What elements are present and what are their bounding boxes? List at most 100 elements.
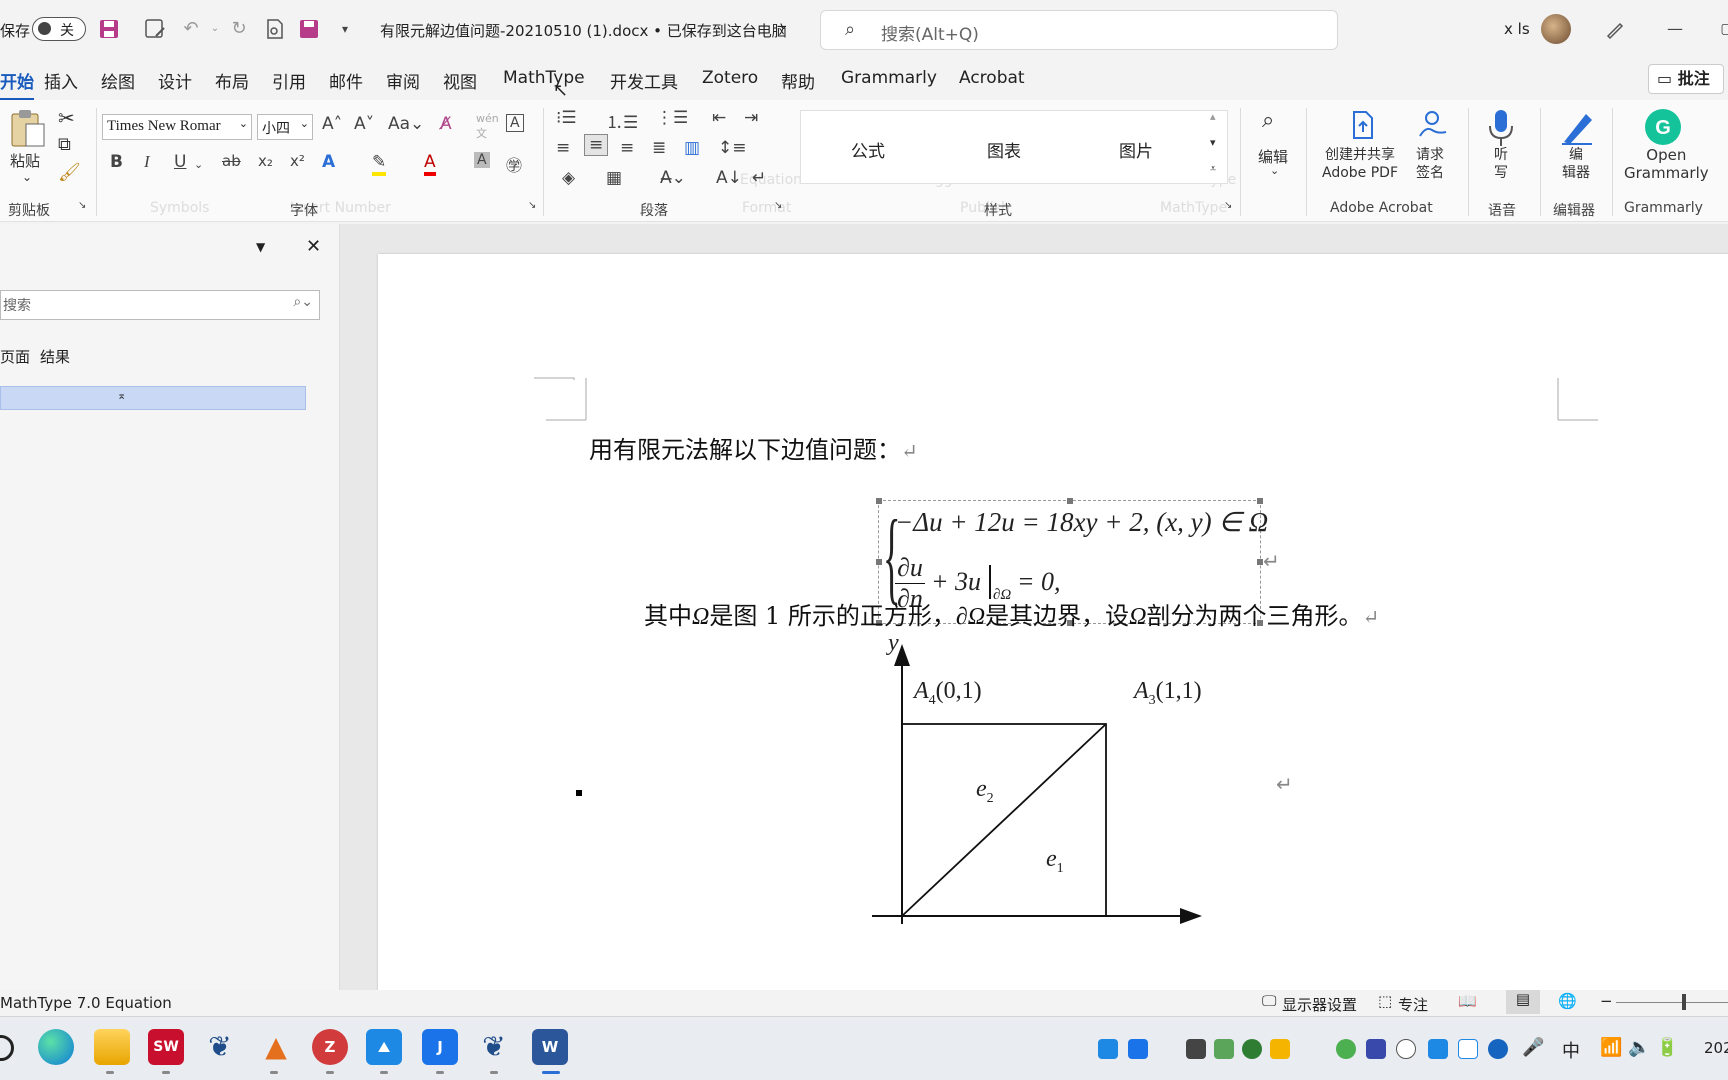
font-launcher-icon[interactable]: ↘ [528, 200, 536, 211]
undo-dropdown-icon[interactable]: ⌄ [204, 18, 226, 40]
tab-insert[interactable]: 插入 [44, 68, 78, 93]
tray-security-icon[interactable] [1242, 1039, 1262, 1059]
maximize-icon[interactable]: ▢ [1716, 18, 1728, 40]
intro-paragraph[interactable]: 用有限元法解以下边值问题：↵ [589, 430, 918, 465]
clock-date[interactable]: 202 [1704, 1039, 1728, 1057]
decrease-indent-icon[interactable]: ⇤ [712, 108, 726, 128]
undo-icon[interactable]: ↶ [180, 18, 202, 40]
numbering-icon[interactable]: ⒈☰ [606, 108, 638, 133]
change-case-icon[interactable]: Aa⌄ [388, 114, 424, 134]
tray-cat-icon[interactable] [1186, 1039, 1206, 1059]
grow-font-icon[interactable]: A˄ [322, 114, 342, 134]
display-settings-button[interactable]: 显示器设置 [1282, 994, 1357, 1015]
style-chart[interactable]: 图表 [987, 137, 1021, 162]
nav-tab-results[interactable]: 结果 [40, 346, 70, 367]
line-spacing-icon[interactable]: ↕≡ [718, 138, 747, 158]
underline-dropdown-icon[interactable]: ⌄ [194, 158, 203, 171]
zoom-out-icon[interactable]: − [1600, 992, 1613, 1010]
underline-icon[interactable]: U [174, 152, 186, 172]
styles-gallery[interactable]: 公式 图表 图片 [800, 110, 1228, 184]
tray-globe-icon[interactable] [1336, 1039, 1356, 1059]
paragraph-launcher-icon[interactable]: ↘ [774, 200, 782, 211]
italic-icon[interactable]: I [144, 152, 150, 172]
grammarly-icon[interactable]: G [1644, 108, 1684, 148]
find-icon[interactable]: ⌕ [1262, 108, 1274, 133]
create-share-label[interactable]: 创建并共享 Adobe PDF [1322, 146, 1398, 182]
open-grammarly-label[interactable]: Open Grammarly [1624, 146, 1709, 182]
tab-mathtype[interactable]: MathType [503, 68, 585, 88]
font-size-select[interactable]: 小四 ⌄ [257, 114, 313, 140]
document-page[interactable]: 用有限元法解以下边值问题：↵ { −Δu + 12u = 18xy + 2, (… [378, 254, 1728, 994]
tab-acrobat[interactable]: Acrobat [959, 68, 1025, 88]
resize-handle[interactable] [876, 559, 882, 565]
align-right-icon[interactable]: ≡ [620, 138, 634, 158]
bluetooth-icon[interactable] [1488, 1039, 1508, 1059]
align-left-icon[interactable]: ≡ [556, 138, 570, 158]
redo-icon[interactable]: ↻ [228, 18, 250, 40]
ime-indicator[interactable]: 中 [1562, 1037, 1580, 1063]
print-layout-icon[interactable]: ▤ [1506, 990, 1540, 1014]
clipboard-launcher-icon[interactable]: ↘ [78, 200, 86, 211]
volume-icon[interactable]: 🔈 [1628, 1037, 1650, 1058]
copy-icon[interactable]: ⧉ [58, 134, 71, 155]
tab-draw[interactable]: 绘图 [101, 68, 135, 93]
dictate-label[interactable]: 听写 [1494, 146, 1508, 182]
nav-search-input[interactable]: 搜索 ⌕⌄ [0, 290, 320, 320]
zotero-icon[interactable]: Z [312, 1029, 348, 1065]
font-color-icon[interactable]: A [424, 152, 436, 176]
tab-help[interactable]: 帮助 [781, 68, 815, 93]
bullets-icon[interactable]: ⁝☰ [556, 108, 577, 128]
minimize-icon[interactable]: — [1664, 18, 1686, 40]
styles-scroll-up-icon[interactable]: ▴ [1210, 110, 1216, 123]
cut-icon[interactable]: ✂ [58, 106, 75, 130]
format-painter-icon[interactable]: 🖌 [58, 162, 81, 183]
resize-handle[interactable] [1067, 498, 1073, 504]
show-marks-icon[interactable]: ↵ [752, 168, 766, 188]
tray-app-icon[interactable] [1428, 1039, 1448, 1059]
description-paragraph[interactable]: 其中Ω是图 1 所示的正方形，∂Ω是其边界，设Ω剖分为两个三角形。↵ [644, 596, 1379, 631]
pane-options-icon[interactable]: ▼ [256, 240, 265, 254]
superscript-icon[interactable]: x² [290, 152, 305, 170]
tray-dl-icon[interactable] [1458, 1039, 1478, 1059]
tab-view[interactable]: 视图 [443, 68, 477, 93]
tab-review[interactable]: 审阅 [386, 68, 420, 93]
microphone-icon[interactable] [1486, 108, 1526, 148]
tab-zotero[interactable]: Zotero [702, 68, 758, 88]
designer-pen-icon[interactable] [1604, 18, 1626, 40]
shrink-font-icon[interactable]: A˅ [354, 114, 374, 134]
document-title[interactable]: 有限元解边值问题-20210510 (1).docx • 已保存到这台电脑 [380, 20, 787, 41]
photos-icon[interactable]: ⛰ [366, 1029, 402, 1065]
phonetic-guide-icon[interactable]: wén 文 [476, 112, 499, 141]
battery-icon[interactable]: 🔋 [1656, 1037, 1678, 1058]
resize-handle[interactable] [1257, 498, 1263, 504]
justify-icon[interactable]: ≣ [652, 138, 666, 158]
title-chevron-icon[interactable]: ⌄ [778, 18, 789, 33]
save-icon[interactable] [98, 18, 120, 40]
wifi-icon[interactable]: 📶 [1600, 1037, 1622, 1058]
borders-icon[interactable]: ▦ [606, 168, 622, 188]
tab-developer[interactable]: 开发工具 [610, 68, 678, 93]
tray-dingtalk-icon[interactable] [1128, 1039, 1148, 1059]
maple-leaf-icon-2[interactable]: ❦ [476, 1029, 512, 1065]
increase-indent-icon[interactable]: ⇥ [744, 108, 758, 128]
tray-shield-icon[interactable] [1270, 1039, 1290, 1059]
close-pane-icon[interactable]: ✕ [306, 236, 321, 257]
resize-handle[interactable] [876, 498, 882, 504]
clear-format-icon[interactable]: A̸ [440, 114, 452, 134]
avatar[interactable] [1541, 14, 1571, 44]
tab-design[interactable]: 设计 [158, 68, 192, 93]
save-as-icon[interactable] [144, 18, 166, 40]
tray-mic-icon[interactable]: 🎤 [1522, 1037, 1544, 1058]
edge-icon[interactable] [38, 1029, 74, 1065]
styles-scroll-down-icon[interactable]: ▾ [1210, 136, 1216, 149]
nav-heading-item[interactable]: ⌅ [0, 386, 306, 410]
paste-label[interactable]: 粘贴 [10, 150, 40, 171]
editor-icon[interactable] [1558, 108, 1598, 148]
tray-check-icon[interactable] [1214, 1039, 1234, 1059]
font-name-select[interactable]: Times New Romar ⌄ [102, 114, 252, 140]
maple-leaf-icon[interactable]: ❦ [202, 1029, 238, 1065]
focus-button[interactable]: 专注 [1398, 994, 1428, 1015]
request-sign-label[interactable]: 请求 签名 [1416, 146, 1444, 182]
print-preview-icon[interactable] [264, 18, 286, 40]
styles-launcher-icon[interactable]: ↘ [1224, 200, 1232, 211]
